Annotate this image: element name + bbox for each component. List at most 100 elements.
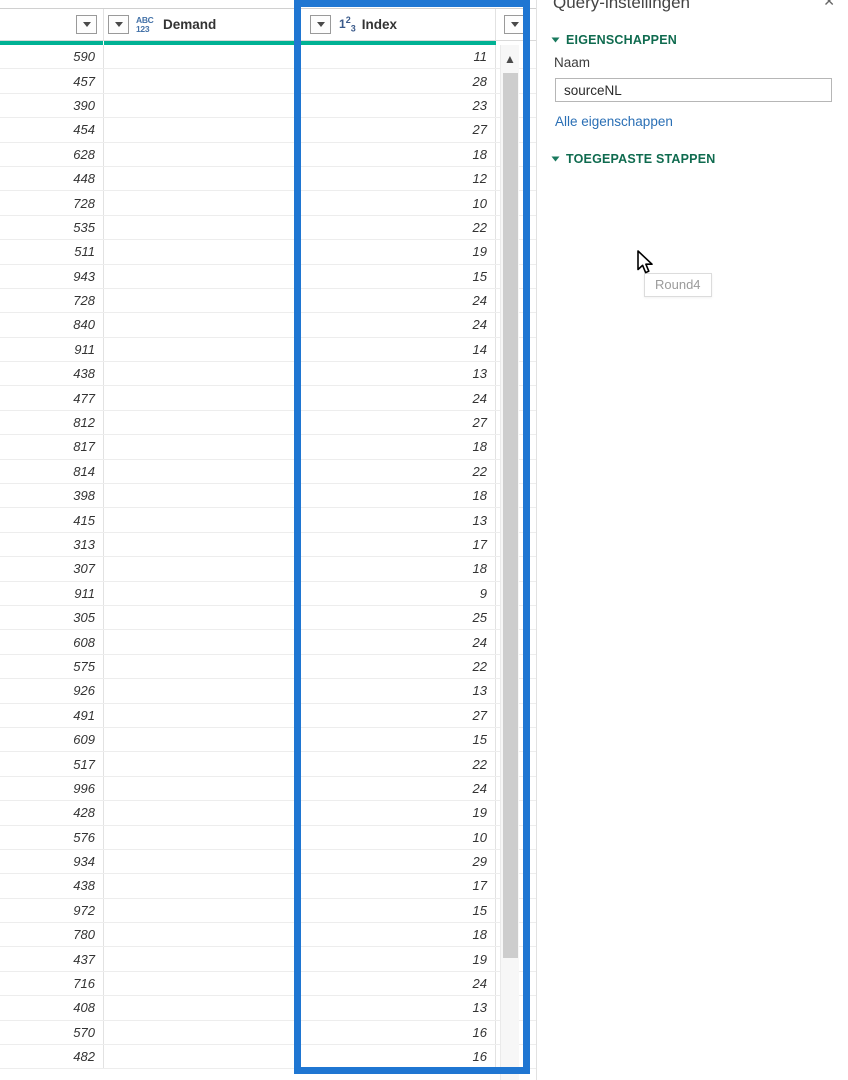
- table-row[interactable]: 814 22: [0, 459, 536, 485]
- table-row[interactable]: 911 9: [0, 581, 536, 606]
- table-row[interactable]: 817 18: [0, 435, 536, 460]
- cell-value[interactable]: 628: [0, 142, 104, 166]
- cell-demand[interactable]: [104, 898, 300, 923]
- cell-demand[interactable]: [104, 69, 300, 93]
- table-row[interactable]: 576 10: [0, 825, 536, 850]
- table-row[interactable]: 454 27: [0, 118, 536, 143]
- table-row[interactable]: 307 18: [0, 557, 536, 582]
- table-row[interactable]: 477 24: [0, 386, 536, 411]
- cell-value[interactable]: 448: [0, 166, 104, 191]
- cell-demand[interactable]: [104, 1045, 300, 1069]
- cell-value[interactable]: 780: [0, 923, 104, 947]
- grid-vertical-scrollbar[interactable]: ▲: [500, 45, 519, 1080]
- properties-section-header[interactable]: EIGENSCHAPPEN: [551, 33, 677, 47]
- table-row[interactable]: 570 16: [0, 1020, 536, 1046]
- column-header-index[interactable]: 123 Index: [300, 9, 496, 40]
- table-row[interactable]: 590 11: [0, 45, 536, 70]
- cell-value[interactable]: 511: [0, 240, 104, 264]
- cell-value[interactable]: 408: [0, 996, 104, 1020]
- table-row[interactable]: 305 25: [0, 605, 536, 631]
- cell-value[interactable]: 943: [0, 264, 104, 288]
- cell-value[interactable]: 438: [0, 874, 104, 898]
- cell-index[interactable]: 18: [300, 923, 496, 947]
- cell-index[interactable]: 29: [300, 849, 496, 874]
- chevron-up-icon[interactable]: ▲: [501, 50, 519, 68]
- cell-index[interactable]: 19: [300, 240, 496, 264]
- cell-value[interactable]: 398: [0, 484, 104, 508]
- cell-index[interactable]: 27: [300, 703, 496, 727]
- filter-dropdown-icon-value[interactable]: [76, 15, 97, 34]
- cell-value[interactable]: 307: [0, 557, 104, 581]
- table-row[interactable]: 934 29: [0, 849, 536, 875]
- table-row[interactable]: 780 18: [0, 923, 536, 948]
- all-properties-link[interactable]: Alle eigenschappen: [555, 114, 673, 129]
- cell-value[interactable]: 608: [0, 630, 104, 654]
- cell-demand[interactable]: [104, 1020, 300, 1045]
- cell-demand[interactable]: [104, 386, 300, 410]
- cell-value[interactable]: 590: [0, 45, 104, 69]
- cell-index[interactable]: 17: [300, 874, 496, 898]
- table-row[interactable]: 398 18: [0, 484, 536, 509]
- cell-demand[interactable]: [104, 166, 300, 191]
- cell-demand[interactable]: [104, 557, 300, 581]
- table-row[interactable]: 728 24: [0, 288, 536, 314]
- cell-demand[interactable]: [104, 93, 300, 118]
- filter-dropdown-icon-demand[interactable]: [108, 15, 129, 34]
- column-header-next[interactable]: [496, 9, 536, 40]
- cell-demand[interactable]: [104, 288, 300, 313]
- cell-index[interactable]: 27: [300, 410, 496, 435]
- cell-demand[interactable]: [104, 801, 300, 825]
- table-row[interactable]: 482 16: [0, 1045, 536, 1070]
- cell-value[interactable]: 517: [0, 752, 104, 776]
- cell-value[interactable]: 454: [0, 118, 104, 142]
- cell-index[interactable]: 15: [300, 264, 496, 288]
- cell-value[interactable]: 305: [0, 605, 104, 630]
- cell-demand[interactable]: [104, 923, 300, 947]
- table-row[interactable]: 575 22: [0, 654, 536, 680]
- cell-index[interactable]: 25: [300, 605, 496, 630]
- cell-index[interactable]: 22: [300, 215, 496, 240]
- table-row[interactable]: 438 13: [0, 362, 536, 387]
- table-row[interactable]: 996 24: [0, 776, 536, 802]
- cell-demand[interactable]: [104, 874, 300, 898]
- cell-value[interactable]: 428: [0, 801, 104, 825]
- table-row[interactable]: 428 19: [0, 801, 536, 826]
- cell-value[interactable]: 972: [0, 898, 104, 923]
- table-row[interactable]: 911 14: [0, 337, 536, 363]
- cell-index[interactable]: 13: [300, 679, 496, 703]
- cell-index[interactable]: 24: [300, 776, 496, 801]
- cell-value[interactable]: 812: [0, 410, 104, 435]
- cell-index[interactable]: 27: [300, 118, 496, 142]
- cell-index[interactable]: 14: [300, 337, 496, 362]
- cell-value[interactable]: 728: [0, 191, 104, 215]
- cell-demand[interactable]: [104, 313, 300, 337]
- table-row[interactable]: 408 13: [0, 996, 536, 1021]
- cell-demand[interactable]: [104, 508, 300, 532]
- table-row[interactable]: 390 23: [0, 93, 536, 119]
- table-row[interactable]: 609 15: [0, 727, 536, 753]
- cell-index[interactable]: 15: [300, 898, 496, 923]
- table-row[interactable]: 438 17: [0, 874, 536, 899]
- cell-demand[interactable]: [104, 264, 300, 288]
- cell-demand[interactable]: [104, 215, 300, 240]
- cell-value[interactable]: 911: [0, 581, 104, 605]
- cell-value[interactable]: 457: [0, 69, 104, 93]
- cell-demand[interactable]: [104, 776, 300, 801]
- scrollbar-thumb[interactable]: [503, 73, 518, 958]
- cell-demand[interactable]: [104, 581, 300, 605]
- cell-index[interactable]: 13: [300, 996, 496, 1020]
- table-row[interactable]: 448 12: [0, 166, 536, 192]
- table-row[interactable]: 313 17: [0, 532, 536, 558]
- cell-value[interactable]: 576: [0, 825, 104, 849]
- cell-index[interactable]: 16: [300, 1020, 496, 1045]
- table-row[interactable]: 437 19: [0, 947, 536, 972]
- cell-demand[interactable]: [104, 532, 300, 557]
- table-row[interactable]: 972 15: [0, 898, 536, 924]
- table-row[interactable]: 511 19: [0, 240, 536, 265]
- table-row[interactable]: 943 15: [0, 264, 536, 289]
- cell-demand[interactable]: [104, 118, 300, 142]
- cell-demand[interactable]: [104, 654, 300, 679]
- table-row[interactable]: 535 22: [0, 215, 536, 241]
- cell-value[interactable]: 482: [0, 1045, 104, 1069]
- cell-index[interactable]: 24: [300, 630, 496, 654]
